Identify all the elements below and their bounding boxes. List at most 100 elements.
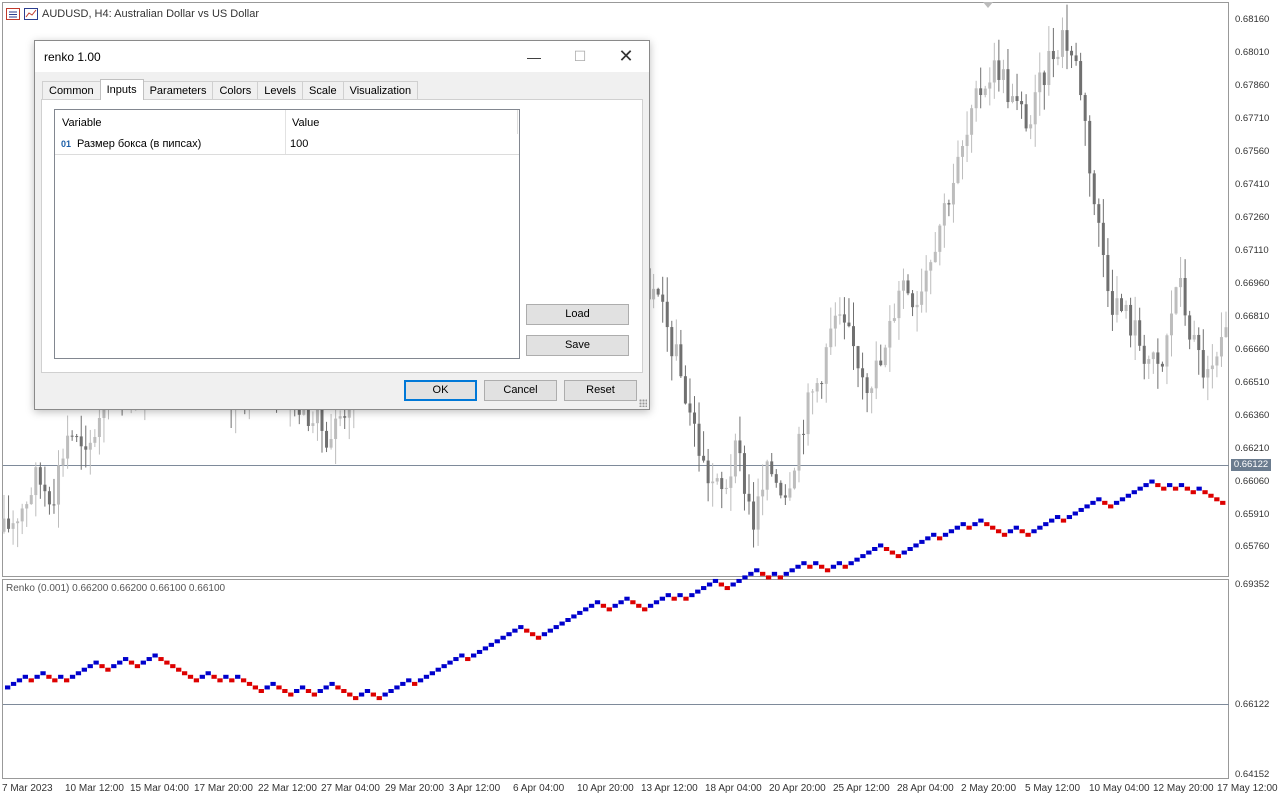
renko-brick bbox=[205, 671, 211, 676]
renko-brick bbox=[813, 561, 819, 566]
renko-brick bbox=[229, 678, 235, 683]
renko-brick bbox=[830, 564, 837, 569]
candle-body bbox=[965, 134, 969, 146]
renko-brick bbox=[801, 561, 807, 566]
tab-levels[interactable]: Levels bbox=[257, 81, 304, 100]
candle-body bbox=[761, 489, 765, 497]
renko-brick bbox=[889, 550, 896, 555]
candle-body bbox=[692, 412, 696, 424]
tab-parameters[interactable]: Parameters bbox=[142, 81, 214, 100]
renko-brick bbox=[1084, 504, 1090, 509]
renko-brick bbox=[541, 632, 548, 637]
candle-body bbox=[1142, 345, 1146, 364]
candle-body bbox=[947, 203, 951, 205]
candle-body bbox=[1038, 72, 1042, 93]
candle-body bbox=[43, 484, 47, 492]
candle-body bbox=[829, 328, 833, 348]
candle-body bbox=[938, 225, 942, 252]
renko-brick bbox=[10, 681, 17, 686]
candle-body bbox=[661, 294, 665, 302]
tab-common[interactable]: Common bbox=[42, 81, 101, 100]
renko-brick bbox=[364, 689, 371, 693]
chart-window-icon[interactable] bbox=[24, 8, 38, 20]
price-tick-label: 0.68160 bbox=[1235, 14, 1270, 25]
price-tick-label: 0.67710 bbox=[1235, 113, 1270, 124]
price-axis[interactable]: 0.68160 0.68010 0.67860 0.67710 0.67560 0.674… bbox=[1229, 0, 1280, 780]
save-button[interactable]: Save bbox=[526, 335, 629, 356]
tab-inputs[interactable]: Inputs bbox=[99, 79, 144, 100]
renko-brick bbox=[535, 635, 542, 640]
candle-body bbox=[1188, 315, 1192, 340]
renko-brick bbox=[1125, 493, 1132, 498]
tab-bar: Common Inputs Parameters Colors Levels S… bbox=[42, 79, 419, 100]
candle-body bbox=[1115, 298, 1119, 315]
column-header-value[interactable]: Value bbox=[292, 117, 319, 129]
ok-button[interactable]: OK bbox=[404, 380, 477, 401]
renko-brick bbox=[1007, 529, 1014, 534]
time-axis[interactable]: 7 Mar 2023 10 Mar 12:00 15 Mar 04:00 17 Mar… bbox=[0, 780, 1278, 800]
renko-brick bbox=[565, 618, 571, 622]
renko-brick bbox=[512, 628, 518, 633]
renko-brick bbox=[311, 692, 318, 697]
column-header-variable[interactable]: Variable bbox=[62, 117, 102, 129]
reset-button[interactable]: Reset bbox=[564, 380, 637, 401]
renko-brick bbox=[187, 674, 194, 679]
minimize-button[interactable]: — bbox=[511, 41, 557, 72]
resize-grip-icon[interactable] bbox=[639, 399, 647, 407]
candle-body bbox=[2, 518, 6, 532]
candle-body bbox=[329, 439, 333, 448]
renko-brick bbox=[152, 653, 158, 658]
renko-brick bbox=[529, 632, 536, 637]
input-row-name[interactable]: Размер бокса (в пипсах) bbox=[77, 138, 201, 150]
candle-body bbox=[1070, 50, 1074, 56]
renko-brick bbox=[571, 614, 577, 619]
cancel-button[interactable]: Cancel bbox=[484, 380, 557, 401]
column-divider[interactable] bbox=[285, 110, 286, 154]
candle-body bbox=[57, 465, 61, 505]
input-row-value[interactable]: 100 bbox=[290, 138, 308, 150]
renko-brick bbox=[1031, 529, 1037, 534]
renko-brick bbox=[52, 678, 58, 683]
candle-body bbox=[992, 60, 996, 83]
renko-brick bbox=[919, 539, 925, 544]
candle-body bbox=[29, 495, 33, 505]
renko-brick bbox=[712, 578, 719, 583]
dialog-title-bar[interactable]: renko 1.00 — ☐ ✕ bbox=[35, 41, 649, 72]
renko-brick bbox=[624, 596, 630, 601]
load-button[interactable]: Load bbox=[526, 304, 629, 325]
candle-body bbox=[820, 383, 824, 385]
renko-brick bbox=[547, 628, 553, 633]
renko-brick bbox=[524, 628, 530, 633]
tab-colors[interactable]: Colors bbox=[212, 81, 259, 100]
renko-brick bbox=[506, 632, 512, 637]
tab-visualization[interactable]: Visualization bbox=[342, 81, 419, 100]
chart-shift-marker-icon[interactable] bbox=[983, 2, 993, 8]
candle-body bbox=[16, 521, 20, 524]
candle-body bbox=[1169, 313, 1173, 336]
candle-body bbox=[861, 368, 865, 378]
price-tick-label: 0.65910 bbox=[1235, 509, 1270, 520]
renko-brick bbox=[559, 621, 565, 626]
tab-scale[interactable]: Scale bbox=[302, 81, 344, 100]
renko-brick bbox=[925, 536, 931, 541]
chart-menu-icon[interactable] bbox=[6, 8, 20, 20]
renko-brick bbox=[659, 596, 666, 601]
renko-brick bbox=[1001, 532, 1008, 537]
candle-body bbox=[1120, 298, 1124, 312]
renko-brick bbox=[1196, 486, 1202, 491]
close-button[interactable]: ✕ bbox=[603, 41, 649, 72]
renko-brick bbox=[246, 681, 253, 686]
renko-brick bbox=[777, 575, 784, 580]
candle-body bbox=[679, 344, 683, 377]
maximize-button[interactable]: ☐ bbox=[557, 41, 603, 72]
renko-brick bbox=[5, 685, 11, 690]
indicator-price-tick-label: 0.69352 bbox=[1235, 579, 1270, 590]
candle-body bbox=[88, 442, 92, 450]
renko-brick bbox=[1037, 525, 1043, 530]
renko-brick bbox=[282, 689, 288, 693]
time-tick-label: 10 Mar 12:00 bbox=[65, 783, 124, 794]
candle-body bbox=[665, 301, 669, 328]
renko-brick bbox=[866, 550, 872, 555]
renko-brick bbox=[1202, 490, 1208, 495]
renko-brick bbox=[1161, 486, 1167, 491]
